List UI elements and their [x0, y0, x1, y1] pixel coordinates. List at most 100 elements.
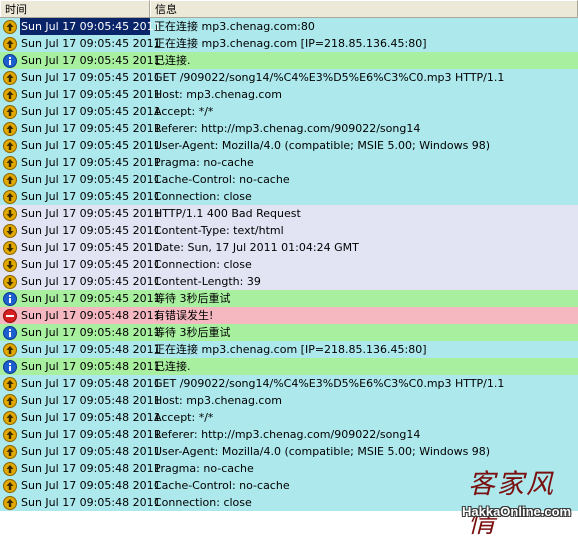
log-message: User-Agent: Mozilla/4.0 (compatible; MSI…: [154, 445, 491, 458]
log-row[interactable]: Sun Jul 17 09:05:45 2011 Host: mp3.chenag…: [0, 86, 578, 103]
log-message: HTTP/1.1 400 Bad Request: [154, 207, 301, 220]
log-row[interactable]: Sun Jul 17 09:05:48 2011 User-Agent: Mozi…: [0, 443, 578, 460]
column-header-time[interactable]: 时间: [0, 0, 150, 17]
upload-arrow-icon: [3, 172, 17, 187]
log-row[interactable]: Sun Jul 17 09:05:45 2011 Referer: http://…: [0, 120, 578, 137]
upload-arrow-icon: [3, 155, 17, 170]
upload-arrow-icon: [3, 19, 17, 34]
log-row[interactable]: Sun Jul 17 09:05:45 2011 GET /909022/song…: [0, 69, 578, 86]
log-timestamp: Sun Jul 17 09:05:45 2011: [21, 122, 161, 135]
log-timestamp: Sun Jul 17 09:05:45 2011: [21, 292, 161, 305]
log-timestamp: Sun Jul 17 09:05:48 2011: [21, 411, 161, 424]
log-timestamp: Sun Jul 17 09:05:48 2011: [21, 445, 161, 458]
log-row[interactable]: Sun Jul 17 09:05:45 2011 User-Agent: Mozi…: [0, 137, 578, 154]
download-arrow-icon: [3, 206, 17, 221]
log-row[interactable]: Sun Jul 17 09:05:45 2011 正在连接 mp3.chenag.…: [0, 18, 578, 35]
log-message: Cache-Control: no-cache: [154, 173, 290, 186]
watermark-logo: 客家风情 HakkaOnline.com: [440, 462, 578, 539]
log-timestamp: Sun Jul 17 09:05:48 2011: [21, 343, 161, 356]
log-timestamp: Sun Jul 17 09:05:45 2011: [21, 37, 161, 50]
log-timestamp: Sun Jul 17 09:05:45 2011: [21, 88, 161, 101]
log-row[interactable]: Sun Jul 17 09:05:48 2011 GET /909022/song…: [0, 375, 578, 392]
log-message: 有错误发生!: [154, 309, 214, 322]
log-timestamp: Sun Jul 17 09:05:45 2011: [21, 105, 161, 118]
upload-arrow-icon: [3, 427, 17, 442]
log-message: 已连接.: [154, 360, 191, 373]
log-timestamp: Sun Jul 17 09:05:45 2011: [21, 207, 161, 220]
log-row[interactable]: Sun Jul 17 09:05:45 2011 正在连接 mp3.chenag.…: [0, 35, 578, 52]
watermark-english-text: HakkaOnline.com: [462, 504, 572, 519]
log-message: Content-Type: text/html: [154, 224, 284, 237]
upload-arrow-icon: [3, 87, 17, 102]
upload-arrow-icon: [3, 376, 17, 391]
log-row[interactable]: Sun Jul 17 09:05:45 2011 Content-Type: te…: [0, 222, 578, 239]
log-timestamp: Sun Jul 17 09:05:45 2011: [21, 139, 161, 152]
upload-arrow-icon: [3, 121, 17, 136]
log-row[interactable]: Sun Jul 17 09:05:48 2011 已连接.: [0, 358, 578, 375]
log-timestamp: Sun Jul 17 09:05:45 2011: [21, 190, 161, 203]
log-row[interactable]: Sun Jul 17 09:05:48 2011 等待 3秒后重试: [0, 324, 578, 341]
log-message: GET /909022/song14/%C4%E3%D5%E6%C3%C0.mp…: [154, 377, 505, 390]
log-timestamp: Sun Jul 17 09:05:48 2011: [21, 377, 161, 390]
log-message: GET /909022/song14/%C4%E3%D5%E6%C3%C0.mp…: [154, 71, 505, 84]
log-timestamp: Sun Jul 17 09:05:48 2011: [21, 479, 161, 492]
log-row[interactable]: Sun Jul 17 09:05:48 2011 有错误发生!: [0, 307, 578, 324]
log-message: Referer: http://mp3.chenag.com/909022/so…: [154, 428, 421, 441]
log-timestamp: Sun Jul 17 09:05:45 2011: [21, 54, 161, 67]
log-row[interactable]: Sun Jul 17 09:05:45 2011 Content-Length: …: [0, 273, 578, 290]
log-message: 等待 3秒后重试: [154, 292, 231, 305]
log-message: 正在连接 mp3.chenag.com [IP=218.85.136.45:80…: [154, 343, 427, 356]
log-message: Date: Sun, 17 Jul 2011 01:04:24 GMT: [154, 241, 359, 254]
log-row[interactable]: Sun Jul 17 09:05:45 2011 Accept: */*: [0, 103, 578, 120]
log-row[interactable]: Sun Jul 17 09:05:45 2011 Pragma: no-cache: [0, 154, 578, 171]
log-message: Connection: close: [154, 190, 252, 203]
upload-arrow-icon: [3, 70, 17, 85]
log-row[interactable]: Sun Jul 17 09:05:48 2011 Host: mp3.chenag…: [0, 392, 578, 409]
info-icon: [3, 359, 17, 374]
log-message: Referer: http://mp3.chenag.com/909022/so…: [154, 122, 421, 135]
log-row[interactable]: Sun Jul 17 09:05:45 2011 Connection: clos…: [0, 188, 578, 205]
download-arrow-icon: [3, 257, 17, 272]
log-row[interactable]: Sun Jul 17 09:05:45 2011 等待 3秒后重试: [0, 290, 578, 307]
log-row[interactable]: Sun Jul 17 09:05:45 2011 HTTP/1.1 400 Bad…: [0, 205, 578, 222]
log-timestamp: Sun Jul 17 09:05:48 2011: [21, 309, 161, 322]
log-timestamp: Sun Jul 17 09:05:48 2011: [21, 496, 161, 509]
log-message: Host: mp3.chenag.com: [154, 394, 282, 407]
log-message: User-Agent: Mozilla/4.0 (compatible; MSI…: [154, 139, 491, 152]
column-header-info[interactable]: 信息: [150, 0, 578, 17]
log-timestamp: Sun Jul 17 09:05:45 2011: [21, 224, 161, 237]
upload-arrow-icon: [3, 410, 17, 425]
upload-arrow-icon: [3, 444, 17, 459]
log-timestamp: Sun Jul 17 09:05:45 2011: [21, 241, 161, 254]
upload-arrow-icon: [3, 104, 17, 119]
log-message: Accept: */*: [154, 105, 214, 118]
log-timestamp: Sun Jul 17 09:05:48 2011: [21, 428, 161, 441]
upload-arrow-icon: [3, 36, 17, 51]
log-message: Host: mp3.chenag.com: [154, 88, 282, 101]
upload-arrow-icon: [3, 189, 17, 204]
log-row[interactable]: Sun Jul 17 09:05:48 2011 Referer: http://…: [0, 426, 578, 443]
log-row[interactable]: Sun Jul 17 09:05:48 2011 Accept: */*: [0, 409, 578, 426]
upload-arrow-icon: [3, 495, 17, 510]
log-message: 正在连接 mp3.chenag.com [IP=218.85.136.45:80…: [154, 37, 427, 50]
log-message: Connection: close: [154, 258, 252, 271]
log-row[interactable]: Sun Jul 17 09:05:48 2011 正在连接 mp3.chenag.…: [0, 341, 578, 358]
download-arrow-icon: [3, 240, 17, 255]
log-row[interactable]: Sun Jul 17 09:05:45 2011 Date: Sun, 17 Ju…: [0, 239, 578, 256]
log-timestamp: Sun Jul 17 09:05:48 2011: [21, 326, 161, 339]
log-row[interactable]: Sun Jul 17 09:05:45 2011 Connection: clos…: [0, 256, 578, 273]
log-row[interactable]: Sun Jul 17 09:05:45 2011 已连接.: [0, 52, 578, 69]
upload-arrow-icon: [3, 393, 17, 408]
log-list[interactable]: Sun Jul 17 09:05:45 2011 正在连接 mp3.chenag.…: [0, 18, 578, 511]
log-timestamp: Sun Jul 17 09:05:48 2011: [21, 360, 161, 373]
upload-arrow-icon: [3, 342, 17, 357]
upload-arrow-icon: [3, 478, 17, 493]
download-arrow-icon: [3, 223, 17, 238]
upload-arrow-icon: [3, 138, 17, 153]
log-row[interactable]: Sun Jul 17 09:05:45 2011 Cache-Control: n…: [0, 171, 578, 188]
log-timestamp: Sun Jul 17 09:05:45 2011: [21, 275, 161, 288]
log-timestamp: Sun Jul 17 09:05:48 2011: [21, 462, 161, 475]
log-timestamp: Sun Jul 17 09:05:45 2011: [21, 156, 161, 169]
log-timestamp: Sun Jul 17 09:05:48 2011: [21, 394, 161, 407]
log-message: 等待 3秒后重试: [154, 326, 231, 339]
